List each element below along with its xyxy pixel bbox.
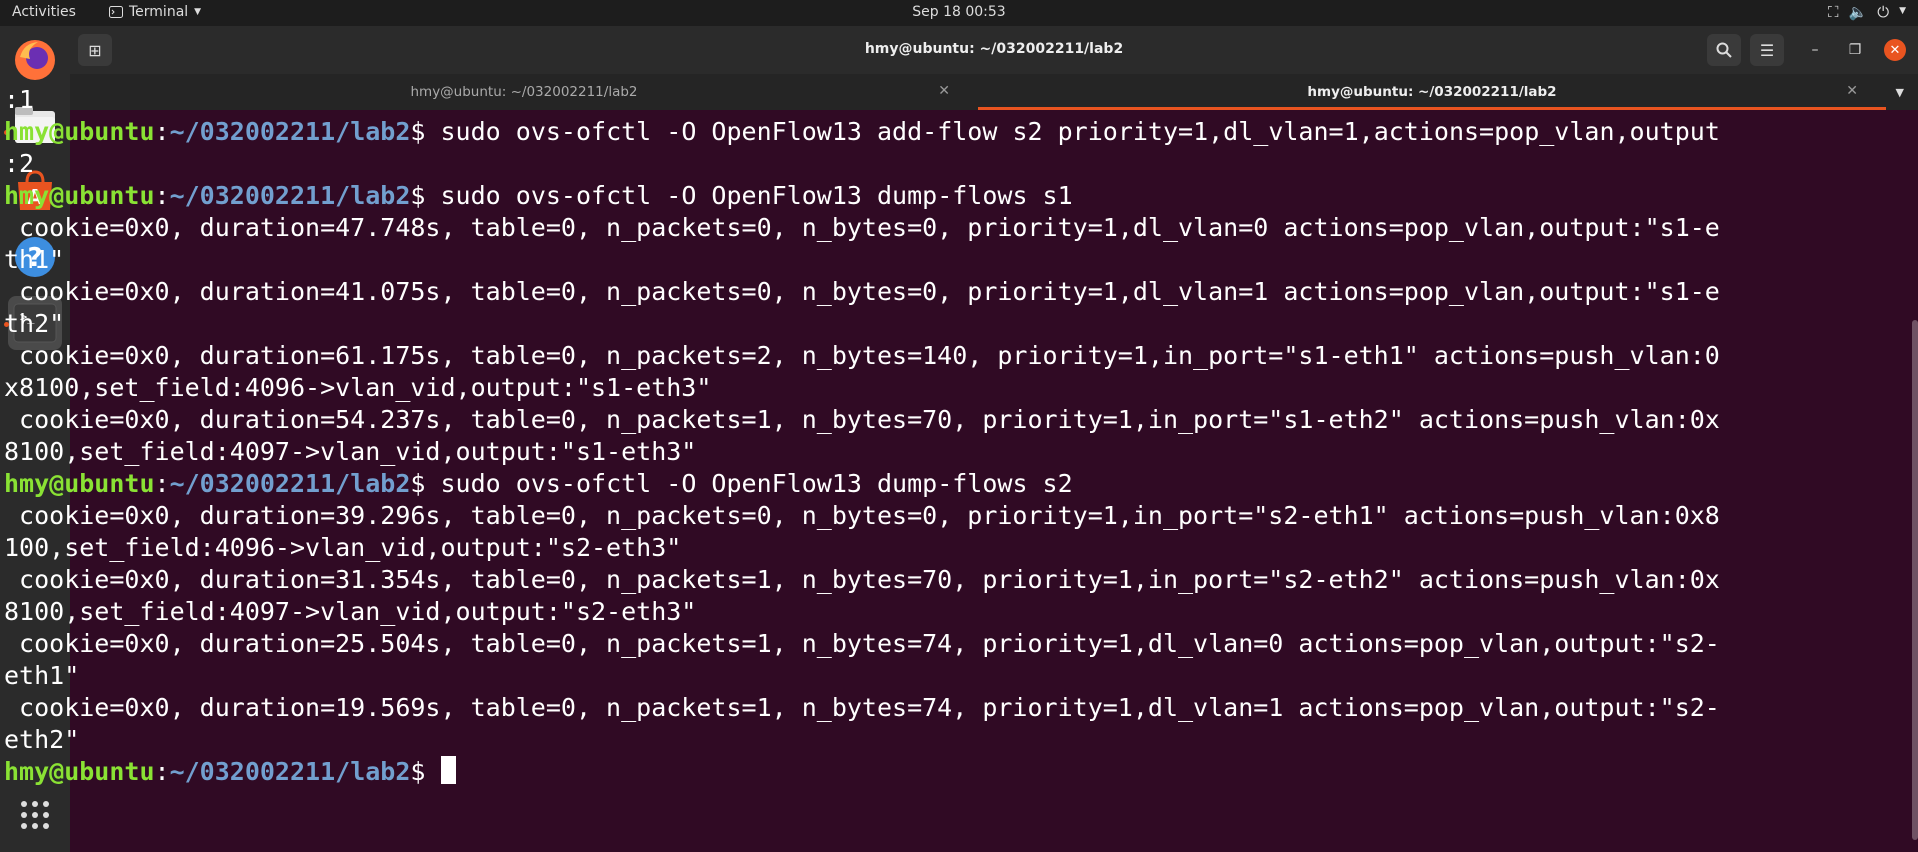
terminal-line: :2 xyxy=(4,149,35,178)
terminal-line: cookie=0x0, duration=19.569s, table=0, n… xyxy=(4,693,1720,722)
terminal-output[interactable]: :1 hmy@ubuntu:~/032002211/lab2$ sudo ovs-… xyxy=(4,84,1838,826)
terminal-line: cookie=0x0, duration=61.175s, table=0, n… xyxy=(4,341,1720,370)
terminal-line: x8100,set_field:4096->vlan_vid,output:"s… xyxy=(4,373,712,402)
terminal-line: eth1" xyxy=(4,661,80,690)
terminal-line: cookie=0x0, duration=31.354s, table=0, n… xyxy=(4,565,1720,594)
caret-down-icon: ▼ xyxy=(1899,6,1906,16)
terminal-line: 8100,set_field:4097->vlan_vid,output:"s1… xyxy=(4,437,697,466)
power-icon: ⏻ xyxy=(1877,3,1890,21)
network-icon: ⛶ xyxy=(1828,3,1839,21)
tab-close-icon[interactable]: ✕ xyxy=(1846,83,1858,99)
firefox-icon xyxy=(15,40,55,80)
prompt-user: hmy@ubuntu xyxy=(4,181,155,210)
prompt-user: hmy@ubuntu xyxy=(4,469,155,498)
volume-icon: 🔈 xyxy=(1848,3,1868,21)
prompt-user: hmy@ubuntu xyxy=(4,117,155,146)
terminal-line: eth2" xyxy=(4,725,80,754)
terminal-line: hmy@ubuntu:~/032002211/lab2$ xyxy=(4,756,1838,788)
prompt-path: ~/032002211/lab2 xyxy=(169,757,411,786)
header-bar: ⊞ hmy@ubuntu: ~/032002211/lab2 ☰ – ❐ ✕ xyxy=(70,26,1918,74)
terminal-line: 8100,set_field:4097->vlan_vid,output:"s2… xyxy=(4,597,697,626)
prompt-path: ~/032002211/lab2 xyxy=(169,181,411,210)
terminal-line: th1" xyxy=(4,245,65,274)
maximize-button[interactable]: ❐ xyxy=(1844,39,1866,61)
text-cursor xyxy=(440,756,456,784)
terminal-line: :1 xyxy=(4,85,35,114)
top-bar: Activities Terminal ▼ Sep 18 00:53 ⛶ 🔈 ⏻… xyxy=(0,0,1918,26)
prompt-path: ~/032002211/lab2 xyxy=(169,117,411,146)
terminal-line: th2" xyxy=(4,309,65,338)
terminal-line: hmy@ubuntu:~/032002211/lab2$ sudo ovs-of… xyxy=(4,117,1720,146)
scrollbar[interactable] xyxy=(1912,320,1918,840)
terminal-line: cookie=0x0, duration=54.237s, table=0, n… xyxy=(4,405,1720,434)
close-icon: ✕ xyxy=(1889,42,1901,58)
window-title: hmy@ubuntu: ~/032002211/lab2 xyxy=(864,41,1124,57)
close-button[interactable]: ✕ xyxy=(1884,39,1906,61)
search-button[interactable] xyxy=(1707,34,1741,66)
prompt-path: ~/032002211/lab2 xyxy=(169,469,411,498)
search-icon xyxy=(1716,42,1732,58)
terminal-line: cookie=0x0, duration=25.504s, table=0, n… xyxy=(4,629,1720,658)
menu-button[interactable]: ☰ xyxy=(1750,34,1784,66)
clock[interactable]: Sep 18 00:53 xyxy=(0,4,1918,20)
tab-list-dropdown-icon[interactable]: ▼ xyxy=(1896,86,1904,99)
terminal-line: cookie=0x0, duration=39.296s, table=0, n… xyxy=(4,501,1720,530)
terminal-line: 100,set_field:4096->vlan_vid,output:"s2-… xyxy=(4,533,682,562)
system-tray[interactable]: ⛶ 🔈 ⏻ ▼ xyxy=(1828,3,1906,21)
prompt-user: hmy@ubuntu xyxy=(4,757,155,786)
minimize-icon: – xyxy=(1811,42,1819,58)
hamburger-icon: ☰ xyxy=(1759,40,1775,60)
minimize-button[interactable]: – xyxy=(1804,39,1826,61)
terminal-line: hmy@ubuntu:~/032002211/lab2$ sudo ovs-of… xyxy=(4,469,1073,498)
dock-firefox[interactable] xyxy=(8,33,62,87)
terminal-line: cookie=0x0, duration=47.748s, table=0, n… xyxy=(4,213,1720,242)
restore-icon: ❐ xyxy=(1848,42,1862,58)
terminal-line: hmy@ubuntu:~/032002211/lab2$ sudo ovs-of… xyxy=(4,181,1073,210)
terminal-line: cookie=0x0, duration=41.075s, table=0, n… xyxy=(4,277,1720,306)
